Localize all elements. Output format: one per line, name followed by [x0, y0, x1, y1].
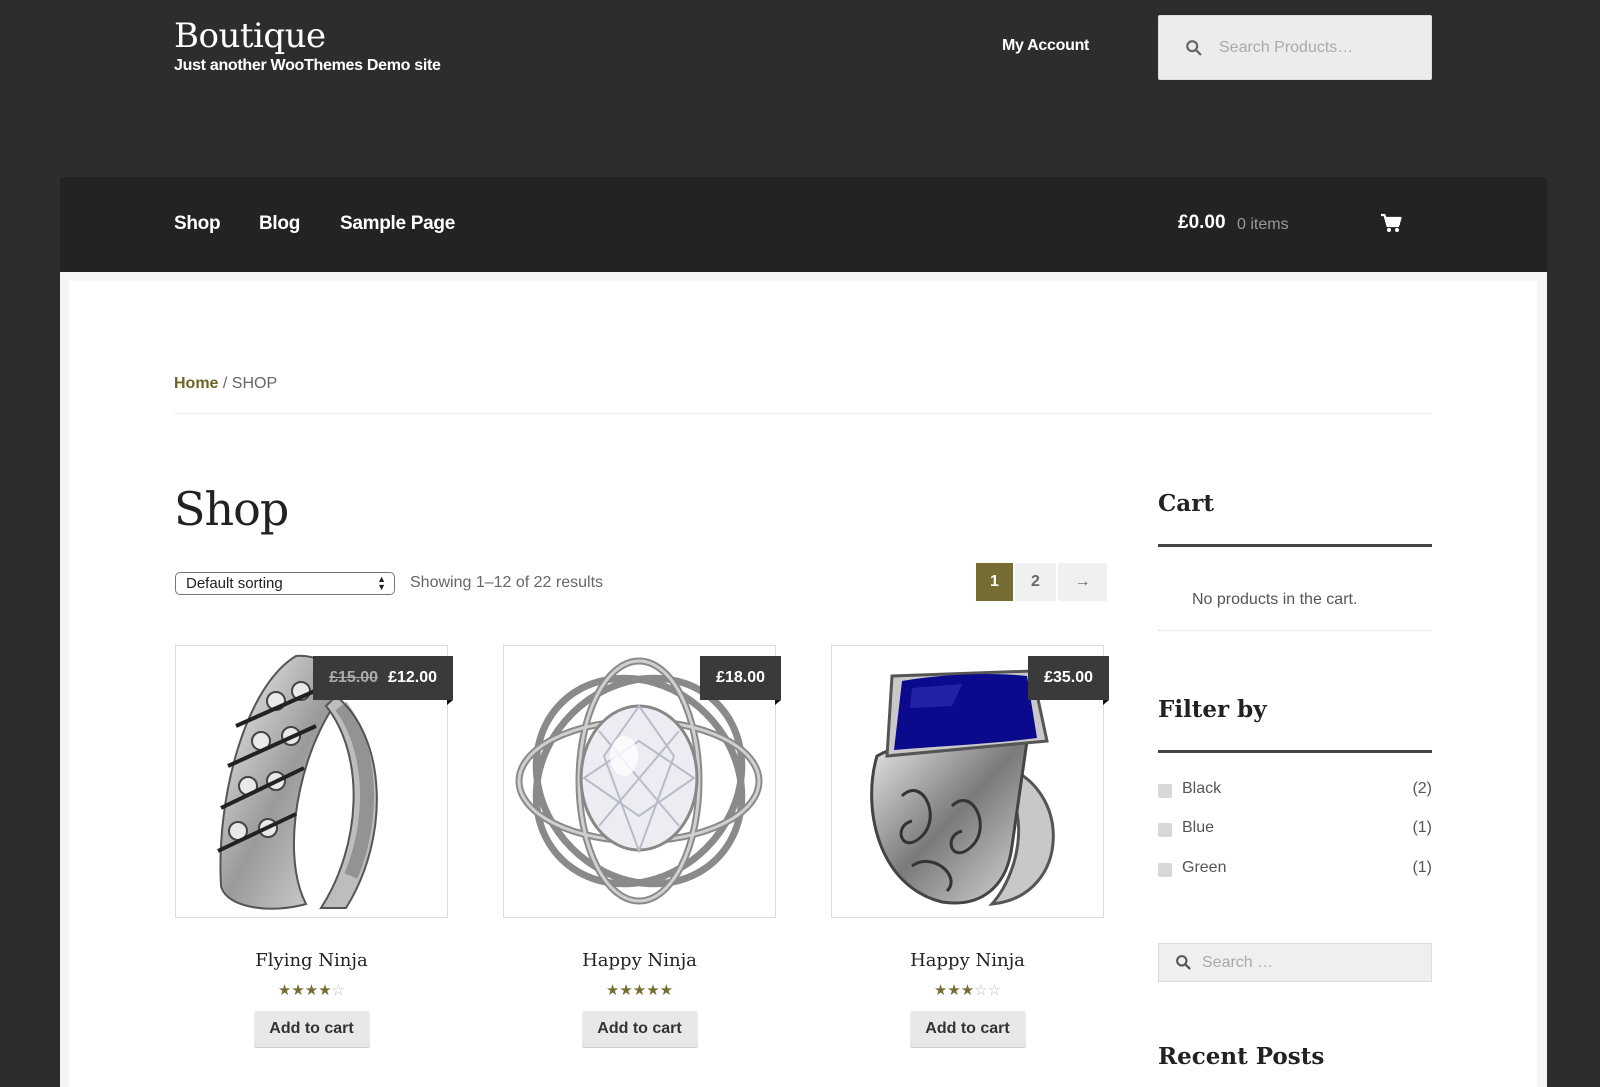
- price-tag: £18.00: [700, 656, 781, 705]
- product-card: £15.00 £12.00 Flying Ninja ★★★★☆ Add to c…: [175, 645, 453, 1048]
- cart-icon[interactable]: [1380, 213, 1402, 233]
- page-1-button[interactable]: 1: [976, 563, 1013, 601]
- header-search[interactable]: [1158, 15, 1432, 80]
- star-rating: ★★★★★: [605, 982, 674, 999]
- filter-checkbox[interactable]: [1158, 784, 1172, 798]
- price-tag: £15.00 £12.00: [313, 656, 453, 705]
- price-tag: £35.00: [1028, 656, 1109, 705]
- filter-label[interactable]: Black: [1182, 780, 1221, 798]
- search-products-input[interactable]: [1219, 38, 1419, 57]
- product-image[interactable]: £18.00: [503, 645, 781, 918]
- filter-label[interactable]: Green: [1182, 859, 1226, 877]
- nav-item-sample-page[interactable]: Sample Page: [340, 213, 455, 235]
- sidebar-search[interactable]: [1158, 943, 1432, 982]
- breadcrumb-divider: [174, 413, 1432, 414]
- sidebar-search-input[interactable]: [1202, 953, 1402, 972]
- filter-count: (1): [1412, 819, 1432, 836]
- star-rating: ★★★☆☆: [933, 982, 1002, 999]
- breadcrumb-separator: /: [218, 375, 232, 392]
- widget-title-rule: [1158, 544, 1432, 547]
- cart-empty-message: No products in the cart.: [1192, 591, 1358, 608]
- filter-widget-title: Filter by: [1158, 696, 1267, 723]
- nav-item-blog[interactable]: Blog: [259, 213, 300, 235]
- search-icon: [1176, 955, 1191, 970]
- breadcrumb: Home / SHOP: [174, 375, 277, 393]
- product-name[interactable]: Flying Ninja: [175, 950, 448, 971]
- page-2-button[interactable]: 2: [1015, 563, 1056, 601]
- product-name[interactable]: Happy Ninja: [831, 950, 1104, 971]
- add-to-cart-button[interactable]: Add to cart: [909, 1011, 1026, 1048]
- site-description: Just another WooThemes Demo site: [174, 57, 441, 74]
- filter-label[interactable]: Blue: [1182, 819, 1214, 837]
- product-price: £18.00: [716, 669, 765, 686]
- recent-posts-title: Recent Posts: [1158, 1043, 1325, 1070]
- product-image[interactable]: £35.00: [831, 645, 1109, 918]
- widget-title-rule: [1158, 750, 1432, 753]
- filter-option-blue[interactable]: Blue (1): [1158, 819, 1432, 841]
- filter-option-black[interactable]: Black (2): [1158, 780, 1432, 802]
- my-account-link[interactable]: My Account: [1002, 37, 1089, 55]
- breadcrumb-home-link[interactable]: Home: [174, 375, 218, 392]
- filter-count: (1): [1412, 859, 1432, 876]
- page-title: Shop: [174, 482, 289, 536]
- original-price: £15.00: [329, 669, 379, 686]
- sort-select[interactable]: Default sorting ▲ ▼: [175, 572, 395, 595]
- nav-item-shop[interactable]: Shop: [174, 213, 221, 235]
- product-price: £35.00: [1044, 669, 1093, 686]
- next-page-button[interactable]: →: [1058, 563, 1107, 601]
- product-image[interactable]: £15.00 £12.00: [175, 645, 453, 918]
- breadcrumb-current: SHOP: [231, 375, 278, 392]
- product-card: £35.00 Happy Ninja ★★★☆☆ Add to cart: [831, 645, 1109, 1048]
- cart-widget-divider: [1158, 630, 1432, 631]
- cart-widget-title: Cart: [1158, 490, 1214, 517]
- sale-price: £12.00: [388, 669, 437, 686]
- add-to-cart-button[interactable]: Add to cart: [253, 1011, 370, 1048]
- pagination: 1 2 →: [976, 563, 1109, 601]
- result-count: Showing 1–12 of 22 results: [410, 574, 604, 591]
- search-icon: [1186, 39, 1202, 55]
- filter-count: (2): [1412, 780, 1432, 797]
- star-rating: ★★★★☆: [277, 982, 346, 999]
- add-to-cart-button[interactable]: Add to cart: [581, 1011, 698, 1048]
- primary-navigation: Shop Blog Sample Page £0.00 0 items: [60, 177, 1547, 284]
- filter-checkbox[interactable]: [1158, 863, 1172, 877]
- sort-select-value: Default sorting: [186, 575, 283, 592]
- select-arrows-icon: ▲ ▼: [377, 574, 386, 592]
- site-title[interactable]: Boutique: [174, 16, 326, 56]
- product-card: £18.00 Happy Ninja ★★★★★ Add to cart: [503, 645, 781, 1048]
- cart-total[interactable]: £0.00: [1178, 212, 1226, 234]
- filter-option-green[interactable]: Green (1): [1158, 859, 1432, 881]
- filter-checkbox[interactable]: [1158, 823, 1172, 837]
- cart-item-count[interactable]: 0 items: [1237, 216, 1289, 234]
- product-name[interactable]: Happy Ninja: [503, 950, 776, 971]
